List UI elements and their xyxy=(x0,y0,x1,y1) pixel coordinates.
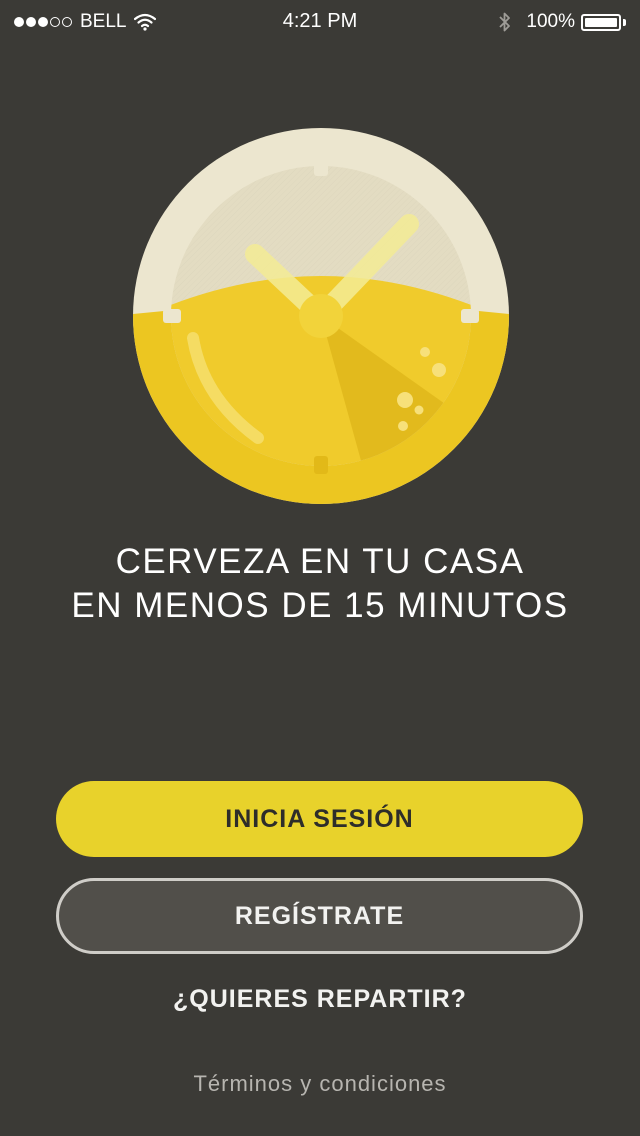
register-button[interactable]: REGÍSTRATE xyxy=(56,878,583,954)
welcome-screen: BELL 4:21 PM 100% CERVEZA EN TU CASA EN … xyxy=(0,0,640,1136)
battery-tip xyxy=(623,18,626,26)
login-button-label: INICIA SESIÓN xyxy=(225,804,414,833)
status-bar-right: 100% xyxy=(498,10,626,34)
battery-percent: 100% xyxy=(526,11,575,32)
login-button[interactable]: INICIA SESIÓN xyxy=(56,781,583,857)
tagline-line-2: EN MENOS DE 15 MINUTOS xyxy=(71,586,569,625)
tagline: CERVEZA EN TU CASA EN MENOS DE 15 MINUTO… xyxy=(0,540,640,628)
become-courier-link[interactable]: ¿QUIERES REPARTIR? xyxy=(0,985,640,1014)
register-button-label: REGÍSTRATE xyxy=(234,901,405,930)
beer-clock-icon xyxy=(133,128,509,504)
battery-icon xyxy=(581,13,621,31)
bluetooth-icon xyxy=(499,12,511,32)
battery-level xyxy=(585,17,617,27)
terms-link[interactable]: Términos y condiciones xyxy=(0,1071,640,1097)
status-bar: BELL 4:21 PM 100% xyxy=(0,0,640,40)
tagline-line-1: CERVEZA EN TU CASA xyxy=(115,542,525,581)
